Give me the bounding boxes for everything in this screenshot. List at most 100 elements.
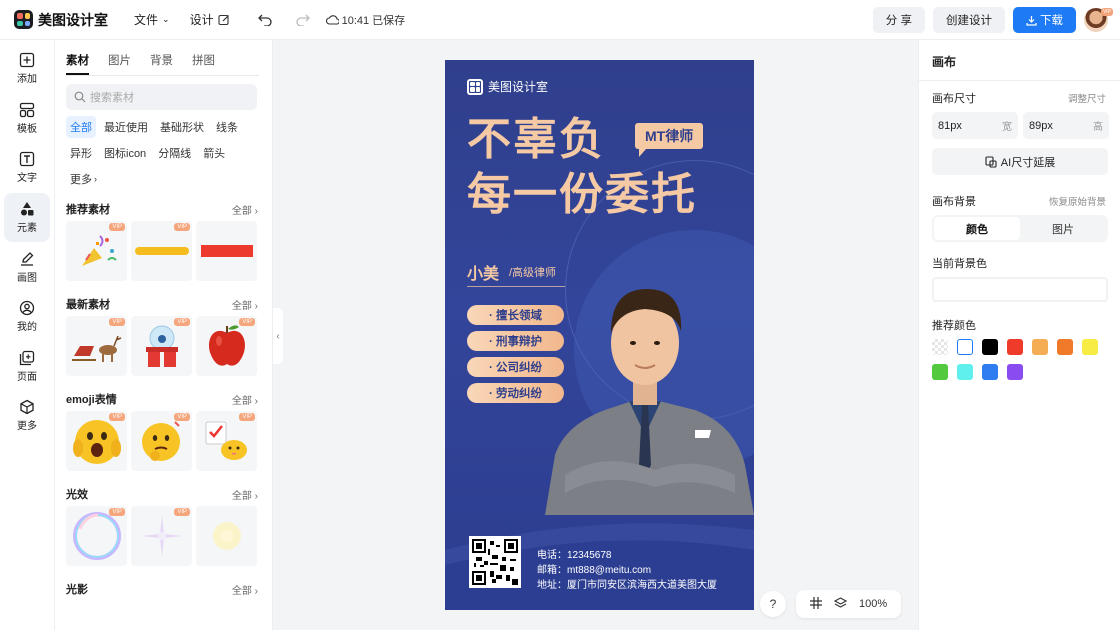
panel-title: 画布: [932, 55, 957, 69]
layers-icon[interactable]: [833, 596, 848, 612]
left-rail: 添加 模板 文字 元素 画图 我的 页面 更多: [0, 40, 55, 630]
share-button[interactable]: 分 享: [872, 7, 925, 33]
qr-code: [469, 536, 521, 588]
zoom-level[interactable]: 100%: [859, 598, 887, 610]
color-swatch[interactable]: [1007, 339, 1023, 355]
sparkle-light[interactable]: VIP: [131, 506, 192, 566]
rail-item-mine[interactable]: 我的: [0, 292, 54, 342]
template-icon: [19, 102, 35, 118]
color-swatch[interactable]: [982, 364, 998, 380]
app-logo[interactable]: 美图设计室: [14, 10, 108, 30]
width-field[interactable]: 81px 宽: [932, 112, 1018, 139]
poster-brand-text: 美图设计室: [488, 80, 549, 94]
filter-icons[interactable]: 图标icon: [100, 142, 150, 164]
design-menu[interactable]: 设计: [190, 11, 230, 28]
vip-badge: VIP: [174, 318, 190, 326]
recommend-label: 推荐颜色: [932, 320, 976, 332]
current-bg-color-field[interactable]: [932, 277, 1108, 302]
collapse-panel-button[interactable]: ‹: [273, 308, 283, 364]
help-button[interactable]: ?: [760, 591, 786, 617]
design-canvas[interactable]: 美图设计室 不辜负 MT律师 每一份委托 小美 /高级律师 · 擅长领域 · 刑…: [445, 60, 754, 610]
rail-label-template: 模板: [17, 123, 37, 135]
user-icon: [19, 301, 35, 316]
vip-badge: VIP: [239, 318, 255, 326]
thumb-row: VIP VIP: [55, 221, 272, 281]
bubble-ring-light[interactable]: VIP: [66, 506, 127, 566]
vip-badge: VIP: [109, 508, 125, 516]
see-all-link[interactable]: 全部 ›: [232, 582, 258, 597]
color-swatch[interactable]: [932, 364, 948, 380]
filter-recent[interactable]: 最近使用: [100, 116, 152, 138]
rail-item-text[interactable]: 文字: [0, 143, 54, 193]
rail-item-template[interactable]: 模板: [0, 94, 54, 144]
rail-label-draw: 画图: [17, 272, 37, 284]
rail-item-add[interactable]: 添加: [0, 44, 54, 94]
color-swatch[interactable]: [1082, 339, 1098, 355]
undo-icon[interactable]: [256, 11, 274, 29]
see-all-link[interactable]: 全部 ›: [232, 297, 258, 312]
rail-item-more[interactable]: 更多: [0, 391, 54, 441]
file-menu[interactable]: 文件 ⌄: [134, 11, 170, 28]
canvas-size-label: 画布尺寸: [932, 93, 976, 105]
see-all-link[interactable]: 全部 ›: [232, 392, 258, 407]
create-design-button[interactable]: 创建设计: [933, 7, 1005, 33]
glow-light[interactable]: [196, 506, 257, 566]
thinking-emoji[interactable]: VIP: [131, 411, 192, 471]
search-input[interactable]: 搜索素材: [66, 84, 257, 110]
edit-icon: [218, 14, 229, 25]
apple-sticker[interactable]: VIP: [196, 316, 257, 376]
filter-shapes[interactable]: 基础形状: [156, 116, 208, 138]
service-pill: · 刑事辩护: [467, 331, 564, 351]
filter-irregular[interactable]: 异形: [66, 142, 96, 164]
chevron-left-icon: ‹: [276, 330, 280, 342]
color-swatch[interactable]: [982, 339, 998, 355]
filter-more[interactable]: 更多 ›: [66, 168, 101, 190]
yellow-brush-stroke[interactable]: VIP: [131, 221, 192, 281]
seg-color[interactable]: 颜色: [934, 217, 1020, 240]
filter-all[interactable]: 全部: [66, 116, 96, 138]
color-swatches: [932, 339, 1118, 389]
restore-bg-link[interactable]: 恢复原始背景: [1049, 194, 1106, 208]
color-swatch[interactable]: [957, 364, 973, 380]
see-all-link[interactable]: 全部 ›: [232, 202, 258, 217]
redo-icon[interactable]: [294, 11, 312, 29]
color-swatch[interactable]: [1007, 364, 1023, 380]
download-button[interactable]: 下载: [1013, 7, 1076, 33]
service-pill: · 公司纠纷: [467, 357, 564, 377]
chevron-down-icon: ⌄: [162, 14, 170, 24]
grid-icon[interactable]: [810, 596, 822, 612]
rail-item-page[interactable]: 页面: [0, 342, 54, 392]
contact-phone: 电话：12345678: [537, 550, 612, 561]
sleigh-sticker[interactable]: VIP: [66, 316, 127, 376]
help-label: ?: [769, 597, 777, 611]
height-field[interactable]: 89px 高: [1023, 112, 1109, 139]
filter-dividers[interactable]: 分隔线: [154, 142, 195, 164]
vip-badge: VIP: [1100, 8, 1113, 16]
rail-item-element[interactable]: 元素: [4, 192, 50, 243]
rail-item-draw[interactable]: 画图: [0, 242, 54, 292]
party-popper-sticker[interactable]: VIP: [66, 221, 127, 281]
service-pill: · 擅长领域: [467, 305, 564, 325]
tab-background[interactable]: 背景: [150, 52, 173, 75]
see-all-link[interactable]: 全部 ›: [232, 487, 258, 502]
color-swatch[interactable]: [932, 339, 948, 355]
chick-checklist-emoji[interactable]: VIP: [196, 411, 257, 471]
color-swatch[interactable]: [1057, 339, 1073, 355]
see-all-label: 全部: [231, 490, 252, 502]
avatar[interactable]: VIP: [1084, 8, 1113, 32]
tab-images[interactable]: 图片: [108, 52, 131, 75]
seg-image[interactable]: 图片: [1020, 217, 1106, 240]
resize-link[interactable]: 调整尺寸: [1068, 91, 1106, 105]
red-bar-shape[interactable]: [196, 221, 257, 281]
filter-lines[interactable]: 线条: [212, 116, 242, 138]
filter-arrows[interactable]: 箭头: [199, 142, 229, 164]
ai-resize-button[interactable]: AI尺寸延展: [932, 148, 1108, 175]
shocked-emoji[interactable]: VIP: [66, 411, 127, 471]
download-icon: [1026, 15, 1037, 26]
tab-collage[interactable]: 拼图: [192, 52, 215, 75]
gift-globe-sticker[interactable]: VIP: [131, 316, 192, 376]
color-swatch[interactable]: [1032, 339, 1048, 355]
poster-headline-2: 每一份委托: [467, 170, 697, 219]
color-swatch[interactable]: [957, 339, 973, 355]
tab-material[interactable]: 素材: [66, 52, 89, 75]
